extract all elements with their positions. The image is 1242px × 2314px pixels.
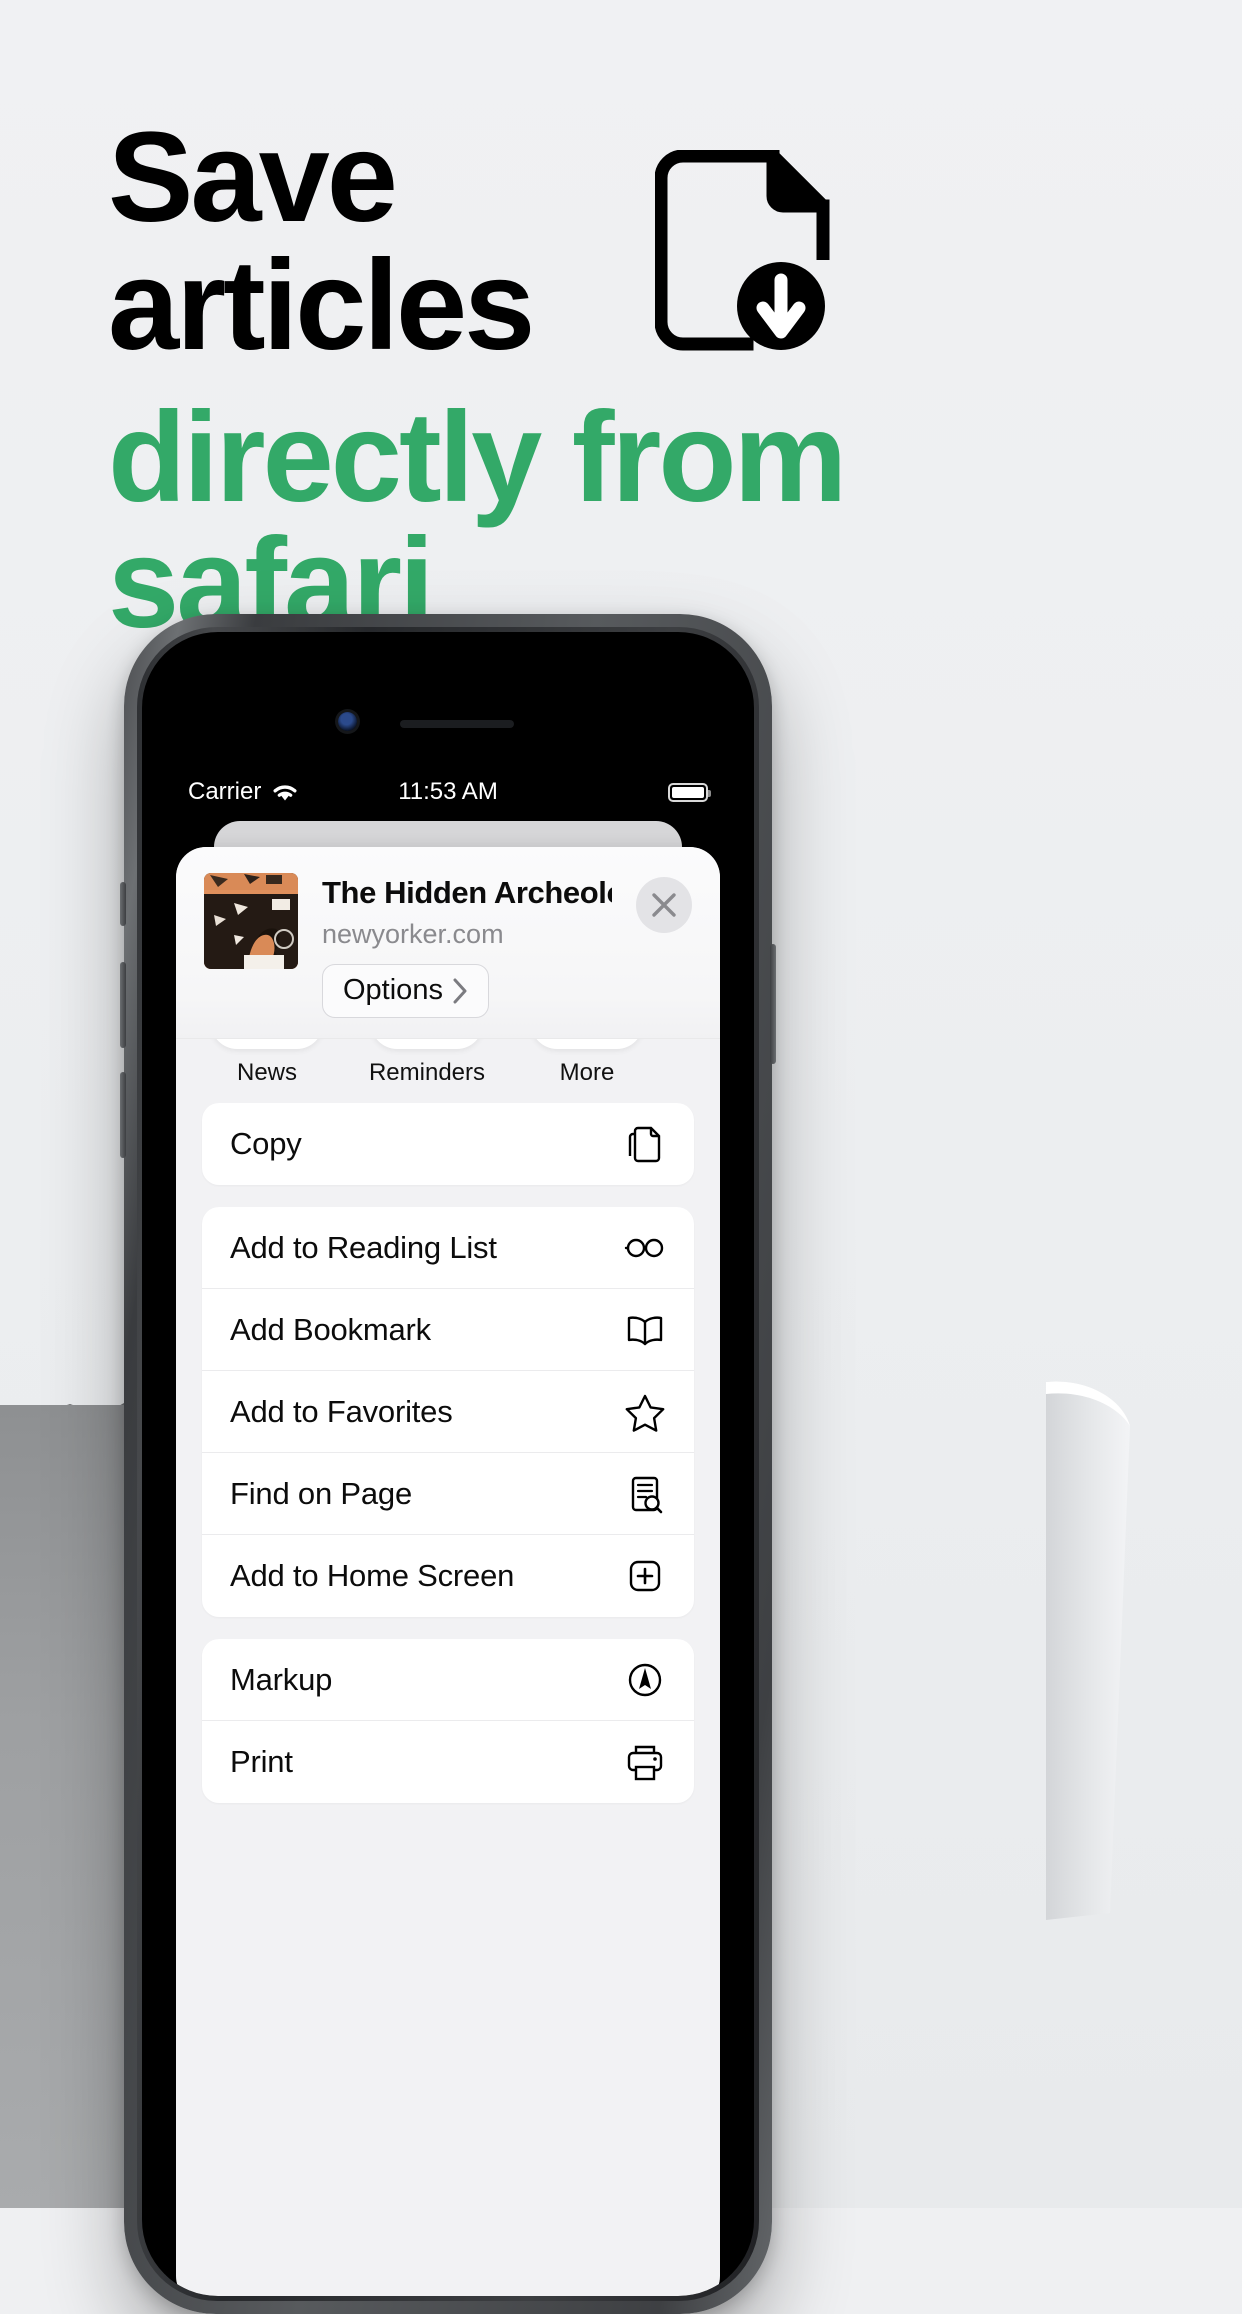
- glasses-icon: [624, 1238, 664, 1257]
- article-thumbnail: [204, 873, 298, 969]
- status-bar-right: [668, 782, 711, 802]
- book-icon: [627, 1315, 663, 1345]
- action-group-1: Copy: [202, 1103, 694, 1185]
- action-label: Add to Favorites: [230, 1393, 453, 1429]
- power-button[interactable]: [770, 944, 776, 1064]
- chevron-right-icon: [453, 978, 467, 1003]
- action-group-3: Markup Print: [202, 1639, 694, 1803]
- volume-down-button[interactable]: [120, 1072, 126, 1158]
- share-app-label: More: [559, 1059, 615, 1086]
- share-sheet-actions: Copy Add to Reading List Add Bookmark Ad…: [202, 1103, 694, 1825]
- close-button[interactable]: [636, 877, 692, 933]
- paper-curl: [1046, 1381, 1130, 1920]
- share-app-label: Reminders: [368, 1059, 486, 1086]
- action-row-add-to-reading-list[interactable]: Add to Reading List: [202, 1207, 694, 1289]
- phone-screen-bezel: Carrier 11:53 AM News Reminders More The…: [142, 632, 754, 2296]
- status-bar-time: 11:53 AM: [398, 778, 498, 805]
- plus-square-icon: [629, 1560, 661, 1592]
- action-row-print[interactable]: Print: [202, 1721, 694, 1803]
- action-label: Find on Page: [230, 1475, 413, 1511]
- action-label: Markup: [230, 1661, 333, 1697]
- share-app-label: News: [236, 1059, 297, 1086]
- phone-inner-frame: Carrier 11:53 AM News Reminders More The…: [137, 627, 759, 2301]
- mute-switch[interactable]: [120, 882, 126, 926]
- iphone-device: Carrier 11:53 AM News Reminders More The…: [120, 614, 776, 2314]
- share-sheet-header: The Hidden Archeologists of At... newyor…: [176, 847, 720, 1039]
- volume-up-button[interactable]: [120, 962, 126, 1048]
- action-row-markup[interactable]: Markup: [202, 1639, 694, 1721]
- front-camera: [338, 712, 357, 731]
- action-row-add-bookmark[interactable]: Add Bookmark: [202, 1289, 694, 1371]
- options-button[interactable]: Options: [322, 964, 489, 1018]
- action-row-copy[interactable]: Copy: [202, 1103, 694, 1185]
- status-bar: Carrier 11:53 AM: [166, 769, 730, 815]
- article-domain: newyorker.com: [322, 919, 504, 949]
- printer-icon: [627, 1745, 663, 1781]
- action-label: Add to Reading List: [230, 1229, 497, 1265]
- document-download-icon: [655, 150, 830, 351]
- close-icon: [652, 893, 676, 917]
- star-icon: [625, 1394, 665, 1432]
- share-sheet: News Reminders More The Hidden Archeol n…: [176, 847, 720, 2296]
- options-label: Options: [343, 974, 443, 1006]
- action-row-add-to-home-screen[interactable]: Add to Home Screen: [202, 1535, 694, 1617]
- action-group-2: Add to Reading List Add Bookmark Add to …: [202, 1207, 694, 1617]
- action-label: Print: [230, 1744, 293, 1779]
- earpiece-speaker: [400, 720, 514, 728]
- markup-icon: [628, 1663, 662, 1696]
- share-sheet-header-text: The Hidden Archeologists of At... newyor…: [322, 873, 612, 1038]
- action-label: Copy: [230, 1126, 302, 1161]
- find-page-icon: [631, 1476, 663, 1513]
- action-row-find-on-page[interactable]: Find on Page: [202, 1453, 694, 1535]
- action-label: Add to Home Screen: [230, 1558, 515, 1593]
- headline-line-3: directly from: [108, 386, 847, 530]
- action-label: Add Bookmark: [230, 1311, 431, 1347]
- battery-full-icon: [668, 782, 711, 802]
- action-row-add-to-favorites[interactable]: Add to Favorites: [202, 1371, 694, 1453]
- copy-icon: [628, 1126, 661, 1163]
- ios-screen: Carrier 11:53 AM News Reminders More The…: [166, 769, 730, 2296]
- article-title: The Hidden Archeologists of At...: [322, 875, 612, 910]
